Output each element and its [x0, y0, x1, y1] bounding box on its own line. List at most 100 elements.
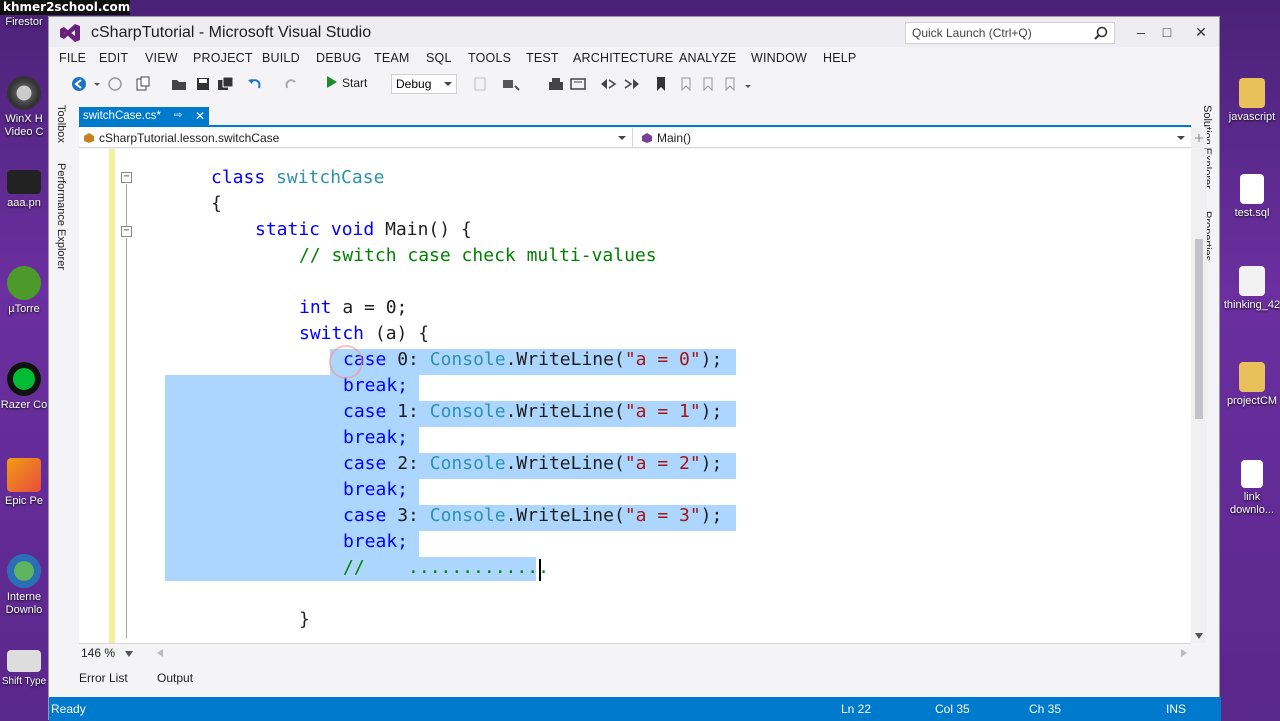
menu-tools[interactable]: TOOLS [468, 51, 511, 65]
pin-icon[interactable]: ⇨ [174, 107, 182, 125]
menu-build[interactable]: BUILD [262, 51, 300, 65]
desktop-icon-utorrent[interactable]: µTorre [0, 266, 54, 316]
navigate-back-icon[interactable] [71, 76, 87, 92]
prev-bookmark-icon[interactable] [679, 76, 693, 92]
minimize-button[interactable]: ‒ [1129, 21, 1153, 43]
menu-debug[interactable]: DEBUG [316, 51, 361, 65]
maximize-button[interactable]: □ [1155, 21, 1179, 43]
format-icon[interactable] [569, 76, 587, 92]
menu-test[interactable]: TEST [526, 51, 559, 65]
search-icon[interactable] [1094, 26, 1108, 40]
toolbox-tab[interactable]: Toolbox [55, 105, 67, 143]
scrollbar-thumb[interactable] [1195, 239, 1203, 419]
film-reel-icon [7, 76, 41, 110]
solution-configuration-select[interactable]: Debug [391, 74, 457, 94]
undo-icon[interactable] [247, 76, 263, 92]
desktop-icon-shift-type[interactable]: Shift Type [0, 650, 54, 688]
chevron-down-icon[interactable] [125, 651, 133, 657]
desktop-icon-razer[interactable]: Razer Co [0, 362, 54, 412]
code-line-class: class switchCase [211, 165, 384, 191]
tab-error-list[interactable]: Error List [79, 671, 128, 685]
desktop-icon-aaa-png[interactable]: aaa.pn [0, 170, 54, 210]
new-project-icon[interactable] [135, 76, 151, 92]
performance-explorer-tab[interactable]: Performance Explorer [55, 163, 67, 270]
member-scope-value: Main() [657, 131, 692, 145]
start-label: Start [342, 76, 368, 90]
editor-horizontal-scrollbar[interactable] [157, 648, 1187, 658]
chevron-down-icon [1177, 136, 1185, 140]
collapse-class-icon[interactable]: − [121, 172, 132, 183]
save-icon[interactable] [195, 76, 211, 92]
code-string: "a = 2" [624, 453, 701, 474]
quick-launch-input[interactable]: Quick Launch (Ctrl+Q) [905, 22, 1115, 44]
toggle-breakpoint-icon[interactable] [547, 76, 565, 92]
code-keyword: static [255, 219, 321, 240]
menu-analyze[interactable]: ANALYZE [679, 51, 736, 65]
bookmark-icon[interactable] [655, 76, 667, 92]
code-type: Console [429, 349, 506, 370]
menu-help[interactable]: HELP [823, 51, 856, 65]
code-text: (a) { [374, 323, 430, 344]
menu-file[interactable]: FILE [59, 51, 86, 65]
code-text: 0 [397, 349, 409, 370]
bottom-tool-tabs: Error List Output [79, 669, 1191, 689]
left-tool-strip: Toolbox Performance Explorer [49, 101, 73, 601]
desktop-icon-projectcm[interactable]: projectCM [1222, 362, 1280, 408]
start-debugging-button[interactable]: Start [327, 76, 367, 90]
desktop-icon-epic-pen[interactable]: Epic Pe [0, 458, 54, 508]
tab-switchcase-cs[interactable]: switchCase.cs* ⇨ ✕ [79, 107, 209, 125]
razer-icon [7, 362, 41, 396]
menu-team[interactable]: TEAM [374, 51, 410, 65]
code-string: "a = 1" [624, 401, 701, 422]
menu-architecture[interactable]: ARCHITECTURE [573, 51, 673, 65]
close-tab-icon[interactable]: ✕ [195, 107, 205, 125]
find-in-files-icon[interactable] [501, 76, 523, 92]
attach-icon[interactable] [473, 76, 487, 92]
menu-project[interactable]: PROJECT [193, 51, 253, 65]
desktop-icon-label: projectCM [1226, 395, 1278, 407]
editor-split-button[interactable] [1191, 128, 1207, 148]
desktop-icon-thinking[interactable]: thinking_42 [1222, 266, 1280, 312]
zoom-level[interactable]: 146 % [81, 646, 115, 660]
desktop-icon-link-download[interactable]: link downlo... [1222, 460, 1280, 517]
code-text: .WriteLine( [505, 453, 625, 474]
collapse-method-icon[interactable]: − [121, 226, 132, 237]
code-line-case-2: case 2: Console.WriteLine("a = 2"); [343, 453, 723, 474]
code-text: ); [700, 453, 723, 474]
next-bookmark-icon[interactable] [701, 76, 715, 92]
redo-icon[interactable] [283, 76, 299, 92]
desktop-icon-firestorm[interactable]: Firestor [0, 16, 54, 29]
tab-output[interactable]: Output [157, 671, 193, 685]
menu-edit[interactable]: EDIT [99, 51, 128, 65]
code-type: switchCase [276, 167, 385, 188]
menu-window[interactable]: WINDOW [751, 51, 807, 65]
member-scope-dropdown[interactable]: Main() [635, 128, 1191, 148]
toolbar-options-icon[interactable] [743, 76, 753, 92]
clear-bookmarks-icon[interactable] [723, 76, 737, 92]
utorrent-icon [7, 266, 41, 300]
editor-vertical-scrollbar[interactable] [1191, 149, 1207, 643]
code-editor[interactable]: − − class switchCase { static void Main(… [79, 149, 1191, 643]
chevron-down-icon[interactable] [93, 76, 101, 92]
save-all-icon[interactable] [217, 76, 235, 92]
desktop-icon-test-sql[interactable]: test.sql [1222, 174, 1280, 220]
open-file-icon[interactable] [171, 76, 187, 92]
desktop-icon-javascript[interactable]: javascript [1222, 78, 1280, 124]
desktop-icon-label: WinX H Video C [4, 113, 44, 138]
type-scope-dropdown[interactable]: cSharpTutorial.lesson.switchCase [79, 128, 633, 148]
uncomment-icon[interactable] [623, 76, 641, 92]
desktop-icon-idm[interactable]: Interne Downlo [0, 554, 54, 617]
scroll-right-icon[interactable] [1181, 649, 1187, 657]
code-type: Console [429, 453, 506, 474]
desktop-icon-winx[interactable]: WinX H Video C [0, 76, 54, 139]
menu-sql[interactable]: SQL [426, 51, 452, 65]
navigate-forward-icon[interactable] [107, 76, 123, 92]
scroll-down-icon[interactable] [1195, 633, 1203, 639]
code-line-switch: switch (a) { [299, 321, 429, 347]
code-line-break: break; [343, 531, 409, 552]
scroll-left-icon[interactable] [157, 649, 163, 657]
close-button[interactable]: ✕ [1189, 21, 1213, 43]
type-scope-value: cSharpTutorial.lesson.switchCase [99, 131, 280, 145]
comment-out-icon[interactable] [599, 76, 617, 92]
menu-view[interactable]: VIEW [145, 51, 178, 65]
